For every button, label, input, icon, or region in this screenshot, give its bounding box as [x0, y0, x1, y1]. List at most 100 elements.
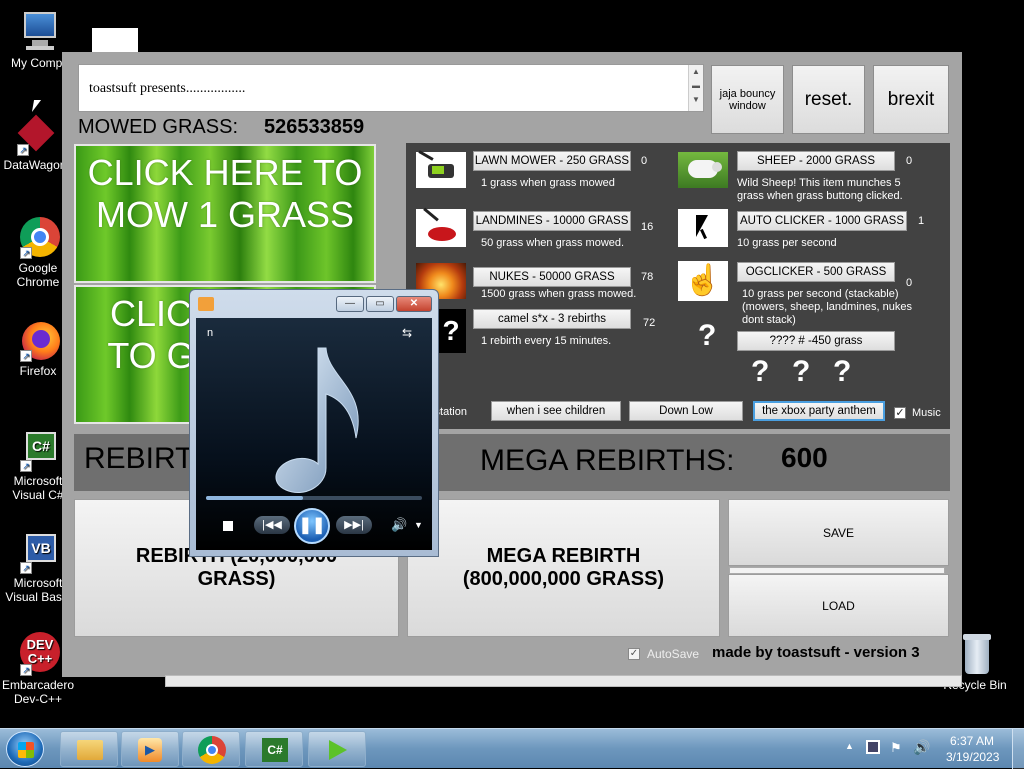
- autosave-checkbox[interactable]: ✓: [628, 648, 640, 660]
- mouse-cursor-icon: [31, 100, 42, 112]
- windows-explorer-icon: [77, 740, 103, 760]
- desktop-icon-label: Google Chrome: [16, 261, 60, 289]
- desktop-icon-label: My Compu: [10, 56, 69, 70]
- close-button[interactable]: ✕: [396, 296, 432, 312]
- load-button[interactable]: LOAD: [728, 574, 949, 637]
- media-player-window[interactable]: — ▭ ✕ n ⇆ |◀◀ ❚❚ ▶▶| 🔊 ▼: [189, 289, 439, 557]
- cursor-arrow-icon: [678, 209, 728, 247]
- buy-camel-button[interactable]: camel s*x - 3 rebirths: [473, 309, 631, 329]
- buy-ogclicker-button[interactable]: OGCLICKER - 500 GRASS: [737, 262, 895, 282]
- shortcut-arrow-icon: ↗: [20, 460, 32, 472]
- media-player-icon: ▶: [138, 738, 162, 762]
- mega-rebirth-button[interactable]: MEGA REBIRTH (800,000,000 GRASS): [407, 499, 720, 637]
- buy-sheep-button[interactable]: SHEEP - 2000 GRASS: [737, 151, 895, 171]
- textbox-scrollbar[interactable]: ▲ ▬ ▼: [688, 65, 703, 111]
- media-player-app-icon: [198, 297, 214, 311]
- chrome-icon: ↗: [16, 215, 60, 259]
- seek-bar[interactable]: [206, 496, 422, 500]
- camel-count: 72: [643, 317, 656, 329]
- volume-icon[interactable]: 🔊: [391, 517, 407, 533]
- taskbar-media-player[interactable]: ▶: [121, 731, 179, 767]
- shortcut-arrow-icon: ↗: [17, 144, 29, 156]
- previous-icon[interactable]: |◀◀: [254, 516, 290, 534]
- desktop-blank-patch: [92, 28, 138, 54]
- datawagon-icon: ↗: [13, 112, 57, 156]
- visual-csharp-icon: C#: [262, 738, 288, 762]
- mow-grass-text: CLICK HERE TO MOW 1 GRASS: [87, 152, 363, 235]
- clock-time[interactable]: 6:37 AM: [950, 734, 994, 748]
- media-player-body: n ⇆ |◀◀ ❚❚ ▶▶| 🔊 ▼: [196, 318, 432, 550]
- taskbar-visual-csharp[interactable]: C#: [245, 731, 303, 767]
- landmines-desc: 50 grass when grass mowed.: [481, 237, 625, 249]
- hand-pointer-icon: ☝: [678, 261, 728, 301]
- lawn-mower-icon: [416, 150, 466, 188]
- question-mark-icon: ?: [698, 319, 717, 352]
- brexit-button[interactable]: brexit: [873, 65, 949, 134]
- show-desktop-button[interactable]: [1012, 729, 1024, 769]
- minimize-button[interactable]: —: [336, 296, 364, 312]
- next-icon[interactable]: ▶▶|: [336, 516, 372, 534]
- buy-landmines-button[interactable]: LANDMINES - 10000 GRASS: [473, 211, 631, 231]
- ogclicker-desc: 10 grass per second (stackable) (mowers,…: [742, 288, 912, 326]
- mow-grass-button[interactable]: CLICK HERE TO MOW 1 GRASS: [74, 144, 376, 283]
- shop-panel: LAWN MOWER - 250 GRASS 0 1 grass when gr…: [406, 143, 950, 429]
- chrome-icon: [198, 736, 226, 764]
- sheep-icon: [678, 152, 728, 188]
- buy-lawn-mower-button[interactable]: LAWN MOWER - 250 GRASS: [473, 151, 631, 171]
- windows-logo-icon: [18, 742, 34, 758]
- buy-auto-clicker-button[interactable]: AUTO CLICKER - 1000 GRASS: [737, 211, 907, 231]
- rebirths-label: REBIRT: [84, 442, 194, 475]
- nukes-count: 78: [641, 271, 654, 283]
- network-icon[interactable]: [866, 740, 880, 754]
- tray-chevron-icon[interactable]: ▲: [845, 741, 854, 751]
- taskbar-windows-explorer[interactable]: [60, 731, 118, 767]
- save-button[interactable]: SAVE: [728, 499, 949, 566]
- devcpp-icon: DEV C++ ↗: [16, 632, 60, 676]
- media-title: n: [207, 327, 214, 339]
- landmine-icon: [416, 207, 466, 247]
- mega-rebirths-label: MEGA REBIRTHS:: [480, 444, 735, 477]
- seek-bar-fill: [206, 496, 304, 500]
- auto-clicker-desc: 10 grass per second: [737, 237, 837, 249]
- music-checkbox[interactable]: ✓: [894, 407, 906, 419]
- auto-clicker-count: 1: [918, 215, 925, 227]
- maximize-button[interactable]: ▭: [366, 296, 394, 312]
- switch-view-icon[interactable]: ⇆: [402, 326, 412, 340]
- presents-textbox[interactable]: toastsuft presents.................: [78, 64, 704, 112]
- camel-desc: 1 rebirth every 15 minutes.: [481, 335, 612, 347]
- mow-grass-text-2: CLIC TO G: [107, 293, 195, 376]
- sheep-count: 0: [906, 155, 913, 167]
- music-xbox-party-anthem-button[interactable]: the xbox party anthem: [753, 401, 885, 421]
- question-mark-icon: ?: [751, 355, 770, 388]
- autosave-label: AutoSave: [647, 647, 700, 661]
- credits-text: made by toastsuft - version 3: [712, 644, 920, 661]
- taskbar-chrome[interactable]: [182, 731, 240, 767]
- bouncy-window-button[interactable]: jaja bouncy window: [711, 65, 784, 134]
- buy-nukes-button[interactable]: NUKES - 50000 GRASS: [473, 267, 631, 287]
- volume-dropdown-icon[interactable]: ▼: [414, 520, 423, 530]
- action-center-icon[interactable]: ⚑: [890, 740, 902, 756]
- question-mark-icon: ?: [436, 309, 466, 353]
- music-checkbox-label: Music: [912, 407, 941, 419]
- lawn-mower-desc: 1 grass when grass mowed: [481, 177, 615, 189]
- save-progress-bar: [729, 567, 945, 574]
- music-down-low-button[interactable]: Down Low: [629, 401, 743, 421]
- taskbar-run-app[interactable]: [308, 731, 366, 767]
- desktop-icon-label: DataWagon: [3, 158, 67, 172]
- start-button[interactable]: [6, 731, 44, 767]
- landmines-count: 16: [641, 221, 654, 233]
- volume-tray-icon[interactable]: 🔊: [913, 739, 930, 756]
- music-when-i-see-children-button[interactable]: when i see children: [491, 401, 621, 421]
- reset-button[interactable]: reset.: [792, 65, 865, 134]
- nukes-desc: 1500 grass when grass mowed.: [481, 288, 637, 300]
- visual-basic-icon: VB ↗: [16, 530, 60, 574]
- clock-date[interactable]: 3/19/2023: [946, 750, 999, 764]
- stop-icon[interactable]: [223, 521, 233, 531]
- sheep-desc: Wild Sheep! This item munches 5 grass wh…: [737, 177, 903, 202]
- buy-mystery-button[interactable]: ???? # -450 grass: [737, 331, 895, 351]
- desktop-icon-label: Microsoft Visual Basic: [5, 576, 71, 604]
- shortcut-arrow-icon: ↗: [20, 247, 32, 259]
- shortcut-arrow-icon: ↗: [20, 350, 32, 362]
- pause-icon[interactable]: ❚❚: [294, 508, 330, 544]
- mega-rebirths-value: 600: [781, 442, 828, 473]
